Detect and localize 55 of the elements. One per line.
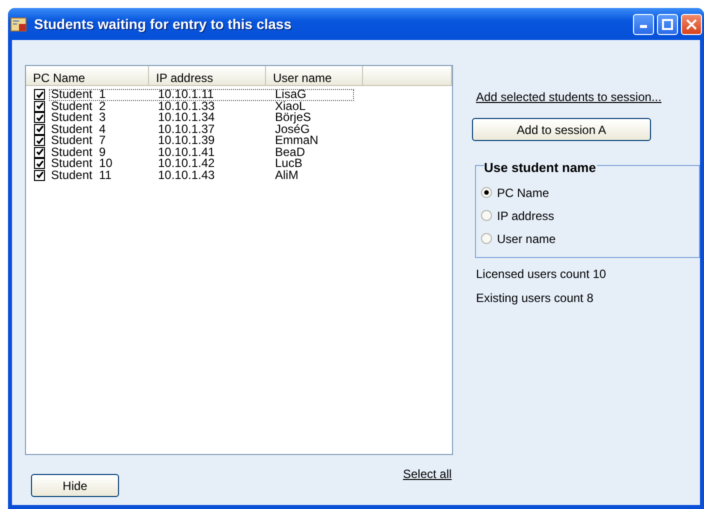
table-cell-text: 10.10.1.39 bbox=[157, 135, 216, 146]
table-cell-text: 10.10.1.37 bbox=[157, 124, 216, 135]
maximize-icon bbox=[662, 18, 673, 30]
table-cell-text: AliM bbox=[274, 170, 300, 181]
checkbox[interactable] bbox=[34, 146, 45, 158]
checkbox[interactable] bbox=[34, 124, 45, 135]
maximize-button[interactable] bbox=[657, 14, 678, 34]
table-cell-text: Student 11 bbox=[50, 170, 112, 181]
radio-label[interactable]: User name bbox=[497, 230, 556, 248]
table-cell-text: Student 7 bbox=[50, 135, 107, 146]
app-icon bbox=[10, 16, 28, 32]
table-cell-text: LucB bbox=[274, 158, 302, 170]
close-button[interactable] bbox=[681, 14, 702, 34]
table-cell-text: Student 3 bbox=[50, 112, 107, 124]
column-header[interactable]: IP address bbox=[149, 66, 266, 85]
radio-dot-icon bbox=[484, 190, 489, 195]
table-cell-text: JoséG bbox=[274, 124, 310, 135]
table-cell-text: BörjeS bbox=[274, 112, 312, 124]
table-cell-text: Student 9 bbox=[50, 146, 106, 158]
add-students-link[interactable]: Add selected students to session... bbox=[476, 88, 662, 106]
table-cell-text: BeaD bbox=[274, 146, 306, 158]
table-cell-text: LisaG bbox=[274, 89, 308, 100]
table-cell-text: 10.10.1.43 bbox=[157, 170, 216, 181]
table-cell-text: XiaoL bbox=[274, 100, 306, 112]
checkbox[interactable] bbox=[34, 100, 45, 112]
radio-button[interactable] bbox=[481, 187, 492, 198]
checkbox[interactable] bbox=[34, 89, 45, 100]
table-cell-text: 10.10.1.34 bbox=[157, 112, 216, 124]
select-all-link[interactable]: Select all bbox=[403, 465, 452, 483]
checkbox[interactable] bbox=[34, 135, 45, 146]
table-cell-text: 10.10.1.42 bbox=[157, 158, 216, 170]
table-cell-text: Student 4 bbox=[50, 124, 107, 135]
table-cell-text: 10.10.1.41 bbox=[157, 146, 216, 158]
table-cell-text: 10.10.1.11 bbox=[157, 89, 215, 100]
checkbox[interactable] bbox=[34, 112, 45, 124]
radio-label[interactable]: PC Name bbox=[497, 184, 550, 202]
hide-button[interactable]: Hide bbox=[31, 474, 119, 497]
radio-button[interactable] bbox=[481, 210, 492, 221]
close-icon bbox=[686, 18, 697, 30]
existing-count-text: Existing users count 8 bbox=[476, 290, 594, 307]
radio-button[interactable] bbox=[481, 233, 492, 244]
minimize-button[interactable] bbox=[633, 14, 654, 34]
add-to-session-button[interactable]: Add to session A bbox=[472, 118, 651, 141]
radio-label[interactable]: IP address bbox=[497, 206, 554, 224]
checkbox[interactable] bbox=[34, 158, 45, 170]
column-header[interactable]: PC Name bbox=[26, 66, 149, 85]
table-cell-text: Student 2 bbox=[50, 100, 107, 112]
table-cell-text: Student 1 bbox=[50, 89, 107, 100]
column-header[interactable]: User name bbox=[266, 66, 363, 85]
window-title: Students waiting for entry to this class bbox=[34, 14, 292, 34]
table-cell-text: 10.10.1.33 bbox=[157, 100, 216, 112]
checkbox[interactable] bbox=[34, 170, 45, 181]
table-cell-text: EmmaN bbox=[274, 135, 320, 146]
table-cell-text: Student 10 bbox=[50, 158, 114, 170]
licensed-count-text: Licensed users count 10 bbox=[476, 266, 606, 283]
